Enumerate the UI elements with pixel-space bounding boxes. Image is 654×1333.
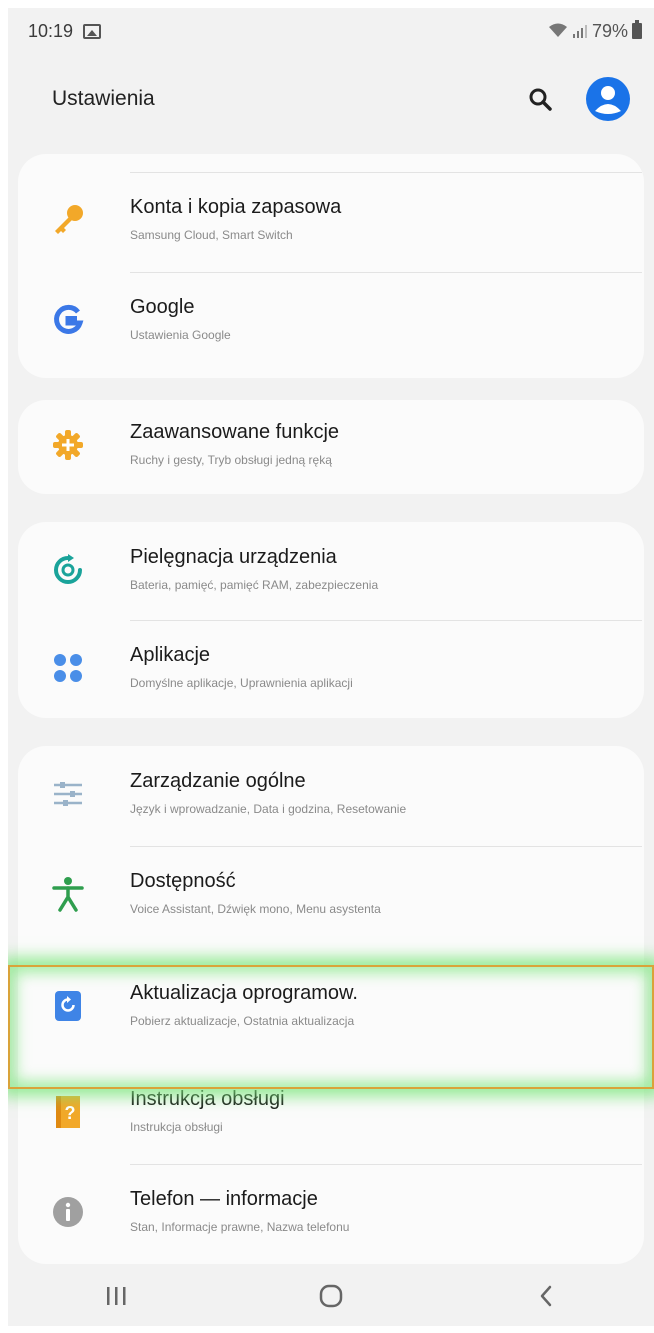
settings-group-accounts: Konta i kopia zapasowa Samsung Cloud, Sm… <box>18 154 644 378</box>
setting-general-management[interactable]: Zarządzanie ogólne Język i wprowadzanie,… <box>18 746 644 846</box>
setting-google[interactable]: Google Ustawienia Google <box>18 272 644 372</box>
setting-subtitle: Bateria, pamięć, pamięć RAM, zabezpiecze… <box>130 578 379 592</box>
home-button[interactable] <box>301 1271 361 1321</box>
setting-accessibility[interactable]: Dostępność Voice Assistant, Dźwięk mono,… <box>18 846 644 946</box>
search-icon <box>529 88 552 111</box>
status-time: 10:19 <box>28 20 74 41</box>
apps-dots-icon <box>54 654 82 682</box>
settings-screen: 10:19 79% Ustawienia Konta i kopia zapas… <box>8 8 654 1326</box>
setting-subtitle: Język i wprowadzanie, Data i godzina, Re… <box>130 802 407 816</box>
setting-title: Aplikacje <box>130 644 211 666</box>
setting-title: Aktualizacja oprogramow. <box>130 982 358 1004</box>
setting-title: Zarządzanie ogólne <box>130 770 306 792</box>
setting-subtitle: Voice Assistant, Dźwięk mono, Menu asyst… <box>130 902 381 916</box>
setting-title: Zaawansowane funkcje <box>130 421 340 443</box>
setting-subtitle: Domyślne aplikacje, Uprawnienia aplikacj… <box>130 676 353 690</box>
battery-percent: 79% <box>591 20 628 41</box>
home-icon <box>319 1284 343 1308</box>
manual-icon: ? <box>56 1096 80 1128</box>
info-icon <box>53 1197 83 1227</box>
accessibility-icon <box>52 877 84 912</box>
device-care-icon <box>54 554 82 584</box>
setting-apps[interactable]: Aplikacje Domyślne aplikacje, Uprawnieni… <box>18 620 644 720</box>
search-button[interactable] <box>518 77 562 121</box>
battery-icon <box>632 20 642 39</box>
gallery-icon <box>83 23 102 39</box>
setting-title: Konta i kopia zapasowa <box>130 196 342 218</box>
google-icon <box>54 304 84 334</box>
page-title: Ustawienia <box>52 87 155 110</box>
navigation-bar <box>8 1266 654 1326</box>
setting-subtitle: Instrukcja obsługi <box>130 1120 223 1134</box>
settings-group-device: Pielęgnacja urządzenia Bateria, pamięć, … <box>18 522 644 718</box>
setting-title: Instrukcja obsługi <box>130 1088 285 1110</box>
settings-group-advanced: Zaawansowane funkcje Ruchy i gesty, Tryb… <box>18 400 644 494</box>
setting-device-care[interactable]: Pielęgnacja urządzenia Bateria, pamięć, … <box>18 522 644 622</box>
svg-text:?: ? <box>65 1103 76 1123</box>
software-update-icon <box>55 991 81 1021</box>
setting-advanced-features[interactable]: Zaawansowane funkcje Ruchy i gesty, Tryb… <box>18 397 644 497</box>
setting-software-update[interactable]: Aktualizacja oprogramow. Pobierz aktuali… <box>18 958 644 1058</box>
back-button[interactable] <box>516 1271 576 1321</box>
signal-icon <box>572 25 587 38</box>
profile-icon <box>586 77 630 121</box>
setting-subtitle: Ruchy i gesty, Tryb obsługi jedną ręką <box>130 453 332 467</box>
setting-subtitle: Stan, Informacje prawne, Nazwa telefonu <box>130 1220 350 1234</box>
recents-button[interactable] <box>86 1271 146 1321</box>
setting-subtitle: Samsung Cloud, Smart Switch <box>130 228 293 242</box>
setting-title: Google <box>130 296 195 318</box>
key-icon <box>55 205 83 234</box>
gear-plus-icon <box>53 430 83 460</box>
profile-button[interactable] <box>586 77 630 121</box>
app-bar: Ustawienia <box>8 54 654 144</box>
back-icon <box>541 1285 552 1307</box>
setting-subtitle: Pobierz aktualizacje, Ostatnia aktualiza… <box>130 1014 355 1028</box>
setting-title: Pielęgnacja urządzenia <box>130 546 337 568</box>
wifi-icon <box>548 23 567 37</box>
sliders-icon <box>54 782 82 806</box>
status-bar: 10:19 79% <box>8 8 654 54</box>
recents-icon <box>106 1287 126 1305</box>
setting-about-phone[interactable]: Telefon — informacje Stan, Informacje pr… <box>18 1164 644 1264</box>
setting-title: Telefon — informacje <box>130 1188 318 1210</box>
setting-user-manual[interactable]: ? Instrukcja obsługi Instrukcja obsługi <box>18 1064 644 1164</box>
settings-group-general: Zarządzanie ogólne Język i wprowadzanie,… <box>18 746 644 1264</box>
setting-title: Dostępność <box>130 870 236 892</box>
setting-subtitle: Ustawienia Google <box>130 328 231 342</box>
setting-accounts-backup[interactable]: Konta i kopia zapasowa Samsung Cloud, Sm… <box>18 172 644 272</box>
